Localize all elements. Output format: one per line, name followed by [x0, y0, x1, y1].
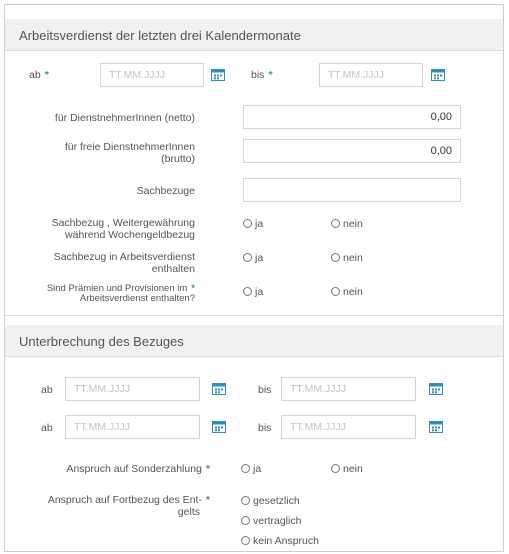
- calendar-icon[interactable]: [212, 382, 226, 395]
- bonus-yes-radio[interactable]: ja: [243, 286, 263, 298]
- calendar-icon[interactable]: [429, 420, 443, 433]
- special-payment-no-radio[interactable]: nein: [331, 463, 363, 475]
- included-no-radio[interactable]: nein: [331, 252, 363, 264]
- earnings-to-label: bis *: [251, 69, 273, 81]
- benefits-included-label: Sachbezug in Arbeitsverdienst enthalten: [53, 251, 195, 275]
- continuation-yes-radio[interactable]: ja: [243, 218, 263, 230]
- calendar-icon[interactable]: [429, 382, 443, 395]
- calendar-icon[interactable]: [431, 68, 445, 81]
- earnings-to-date-input[interactable]: TT.MM.JJJJ: [319, 63, 423, 87]
- radio-circle-icon: [243, 253, 252, 262]
- radio-circle-icon: [243, 287, 252, 296]
- bonus-included-label: Sind Prämien und Provisionen im * Arbeits…: [46, 283, 195, 304]
- interruption-section-title: Unterbrechung des Bezuges: [19, 334, 184, 349]
- interruption-from-label-2: ab: [41, 422, 53, 434]
- radio-circle-icon: [331, 253, 340, 262]
- radio-circle-icon: [241, 536, 250, 545]
- free-employees-label: für freie DienstnehmerInnen (brutto): [64, 141, 195, 165]
- benefits-continuation-label: Sachbezug , Weitergewährung während Woch…: [51, 217, 195, 241]
- radio-circle-icon: [331, 219, 340, 228]
- included-yes-radio[interactable]: ja: [243, 252, 263, 264]
- radio-circle-icon: [241, 496, 250, 505]
- bonus-no-radio[interactable]: nein: [331, 286, 363, 298]
- benefits-input[interactable]: [243, 178, 461, 202]
- interruption-to-label-2: bis: [258, 422, 272, 434]
- form-panel: Arbeitsverdienst der letzten drei Kalend…: [4, 4, 504, 552]
- continued-pay-none-radio[interactable]: kein Anspruch: [241, 535, 319, 547]
- interruption-section-header: Unterbrechung des Bezuges: [5, 325, 503, 357]
- radio-circle-icon: [241, 464, 250, 473]
- special-payment-label: Anspruch auf Sonderzahlung *: [66, 463, 210, 475]
- section-divider: [5, 315, 503, 316]
- interruption-to-date-input-1[interactable]: TT.MM.JJJJ: [281, 377, 416, 401]
- interruption-to-label-1: bis: [258, 384, 272, 396]
- earnings-section-header: Arbeitsverdienst der letzten drei Kalend…: [5, 19, 503, 51]
- continued-pay-contractual-radio[interactable]: vertraglich: [241, 515, 301, 527]
- net-earnings-input[interactable]: 0,00: [243, 105, 461, 129]
- special-payment-yes-radio[interactable]: ja: [241, 463, 261, 475]
- radio-circle-icon: [243, 219, 252, 228]
- continued-pay-label: Anspruch auf Fortbezug des Ent- * gelts: [47, 494, 210, 518]
- earnings-section-title: Arbeitsverdienst der letzten drei Kalend…: [19, 28, 301, 43]
- calendar-icon[interactable]: [211, 68, 225, 81]
- free-employees-input[interactable]: 0,00: [243, 139, 461, 163]
- interruption-to-date-input-2[interactable]: TT.MM.JJJJ: [281, 415, 416, 439]
- radio-circle-icon: [241, 516, 250, 525]
- radio-circle-icon: [331, 464, 340, 473]
- interruption-from-date-input-2[interactable]: TT.MM.JJJJ: [65, 415, 200, 439]
- interruption-from-date-input-1[interactable]: TT.MM.JJJJ: [65, 377, 200, 401]
- earnings-from-date-input[interactable]: TT.MM.JJJJ: [100, 63, 204, 87]
- continued-pay-legal-radio[interactable]: gesetzlich: [241, 495, 300, 507]
- continuation-no-radio[interactable]: nein: [331, 218, 363, 230]
- net-earnings-label: für DienstnehmerInnen (netto): [54, 112, 195, 124]
- benefits-label: Sachbezuge: [136, 185, 195, 197]
- earnings-from-label: ab *: [29, 69, 49, 81]
- calendar-icon[interactable]: [212, 420, 226, 433]
- radio-circle-icon: [331, 287, 340, 296]
- interruption-from-label-1: ab: [41, 384, 53, 396]
